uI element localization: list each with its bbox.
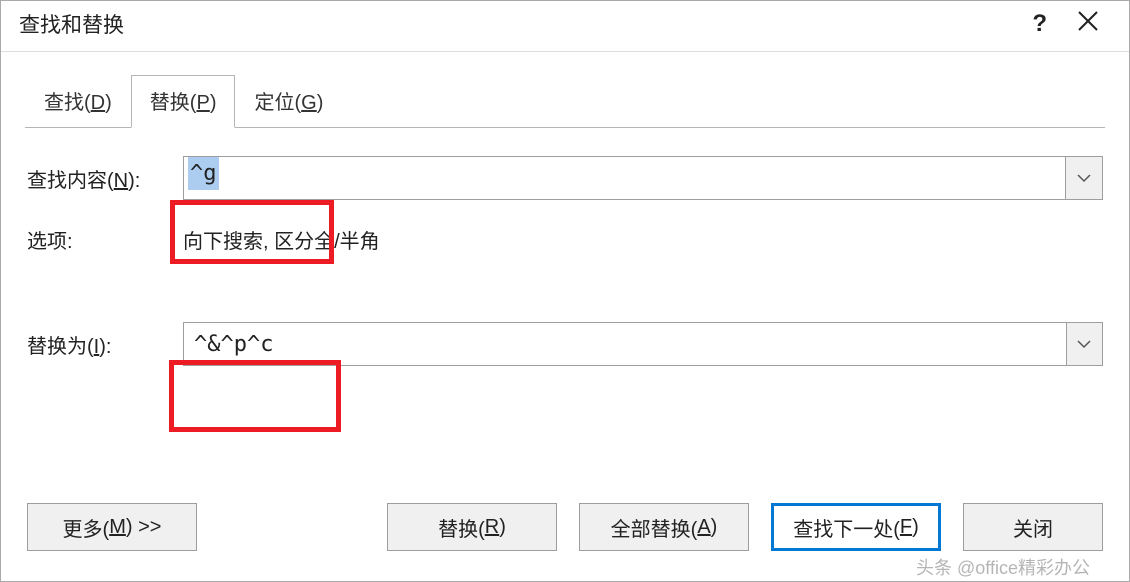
replace-button[interactable]: 替换(R) [387,503,557,551]
tabs: 查找(D) 替换(P) 定位(G) [25,74,1105,128]
dialog-content: 查找(D) 替换(P) 定位(G) 查找内容(N): ^g [1,52,1129,581]
tab-replace-label: 替换( [150,92,197,114]
find-next-button[interactable]: 查找下一处(F) [771,503,941,551]
replace-all-button[interactable]: 全部替换(A) [579,503,749,551]
form-area: 查找内容(N): ^g 选项: 向下搜索, 区分全/半角 替换为(I): [25,128,1105,384]
close-button[interactable]: 关闭 [963,503,1103,551]
find-dropdown-button[interactable] [1066,156,1103,200]
replace-input[interactable] [183,322,1067,366]
close-icon[interactable] [1077,10,1099,39]
options-row: 选项: 向下搜索, 区分全/半角 [27,218,1103,260]
find-row: 查找内容(N): ^g [27,156,1103,200]
tab-replace-suffix: ) [210,92,217,114]
button-group-left: 更多(M) >> [27,503,197,551]
find-label: 查找内容(N): [27,164,183,193]
options-label: 选项: [27,225,183,254]
tab-goto[interactable]: 定位(G) [235,75,342,128]
titlebar: 查找和替换 ? [1,1,1129,52]
dialog-title: 查找和替换 [19,9,124,39]
find-input-value: ^g [188,157,219,190]
tab-find-suffix: ) [105,92,112,114]
tab-goto-hotkey: G [301,92,317,114]
replace-input-wrap [183,322,1103,366]
tab-find-label: 查找( [44,92,91,114]
find-input[interactable]: ^g [183,156,1066,200]
tab-find-hotkey: D [91,92,105,114]
titlebar-controls: ? [1032,10,1117,39]
options-value: 向下搜索, 区分全/半角 [183,225,380,254]
tab-find[interactable]: 查找(D) [25,75,131,128]
find-input-wrap: ^g [183,156,1103,200]
more-button[interactable]: 更多(M) >> [27,503,197,551]
watermark: 头条 @office精彩办公 [916,554,1090,580]
replace-row: 替换为(I): [27,322,1103,366]
help-button[interactable]: ? [1032,10,1047,38]
tab-goto-label: 定位( [254,92,301,114]
button-group-right: 替换(R) 全部替换(A) 查找下一处(F) 关闭 [387,503,1103,551]
tab-goto-suffix: ) [317,92,324,114]
replace-label: 替换为(I): [27,330,183,359]
tab-replace-hotkey: P [196,92,209,114]
find-replace-dialog: 查找和替换 ? 查找(D) 替换(P) 定位(G) 查找内容(N) [0,0,1130,582]
tab-replace[interactable]: 替换(P) [131,75,236,128]
replace-dropdown-button[interactable] [1067,322,1104,366]
